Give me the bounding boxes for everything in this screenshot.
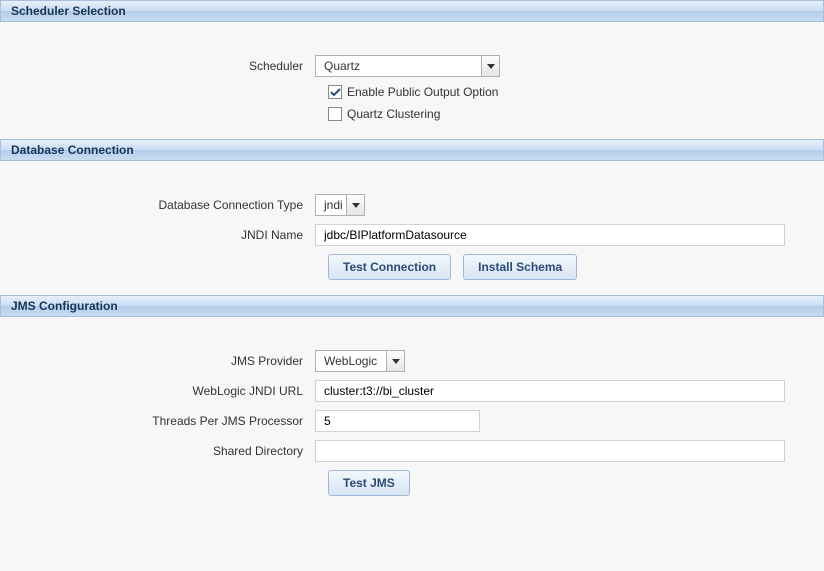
test-connection-button[interactable]: Test Connection (328, 254, 451, 280)
chevron-down-icon (386, 351, 404, 371)
input-shared-directory[interactable] (315, 440, 785, 462)
section-header-database: Database Connection (0, 139, 824, 161)
section-header-scheduler: Scheduler Selection (0, 0, 824, 22)
select-jms-provider-value: WebLogic (316, 351, 386, 371)
label-shared-directory: Shared Directory (10, 444, 315, 458)
checkbox-quartz-clustering[interactable] (328, 107, 342, 121)
select-db-connection-type-value: jndi (316, 195, 346, 215)
chevron-down-icon (481, 56, 499, 76)
test-jms-button[interactable]: Test JMS (328, 470, 410, 496)
select-scheduler[interactable]: Quartz (315, 55, 500, 77)
label-enable-public-output: Enable Public Output Option (347, 85, 498, 99)
input-threads-per-processor[interactable] (315, 410, 480, 432)
label-db-connection-type: Database Connection Type (10, 198, 315, 212)
checkbox-enable-public-output[interactable] (328, 85, 342, 99)
section-body-database: Database Connection Type jndi JNDI Name … (0, 161, 824, 295)
section-header-jms: JMS Configuration (0, 295, 824, 317)
select-db-connection-type[interactable]: jndi (315, 194, 365, 216)
install-schema-button[interactable]: Install Schema (463, 254, 577, 280)
input-jndi-name[interactable] (315, 224, 785, 246)
label-quartz-clustering: Quartz Clustering (347, 107, 440, 121)
label-jms-provider: JMS Provider (10, 354, 315, 368)
label-weblogic-jndi-url: WebLogic JNDI URL (10, 384, 315, 398)
label-scheduler: Scheduler (10, 59, 315, 73)
label-jndi-name: JNDI Name (10, 228, 315, 242)
chevron-down-icon (346, 195, 364, 215)
select-jms-provider[interactable]: WebLogic (315, 350, 405, 372)
section-body-jms: JMS Provider WebLogic WebLogic JNDI URL … (0, 317, 824, 511)
input-weblogic-jndi-url[interactable] (315, 380, 785, 402)
section-body-scheduler: Scheduler Quartz Enable Public Output Op… (0, 22, 824, 139)
select-scheduler-value: Quartz (316, 56, 481, 76)
label-threads-per-processor: Threads Per JMS Processor (10, 414, 315, 428)
